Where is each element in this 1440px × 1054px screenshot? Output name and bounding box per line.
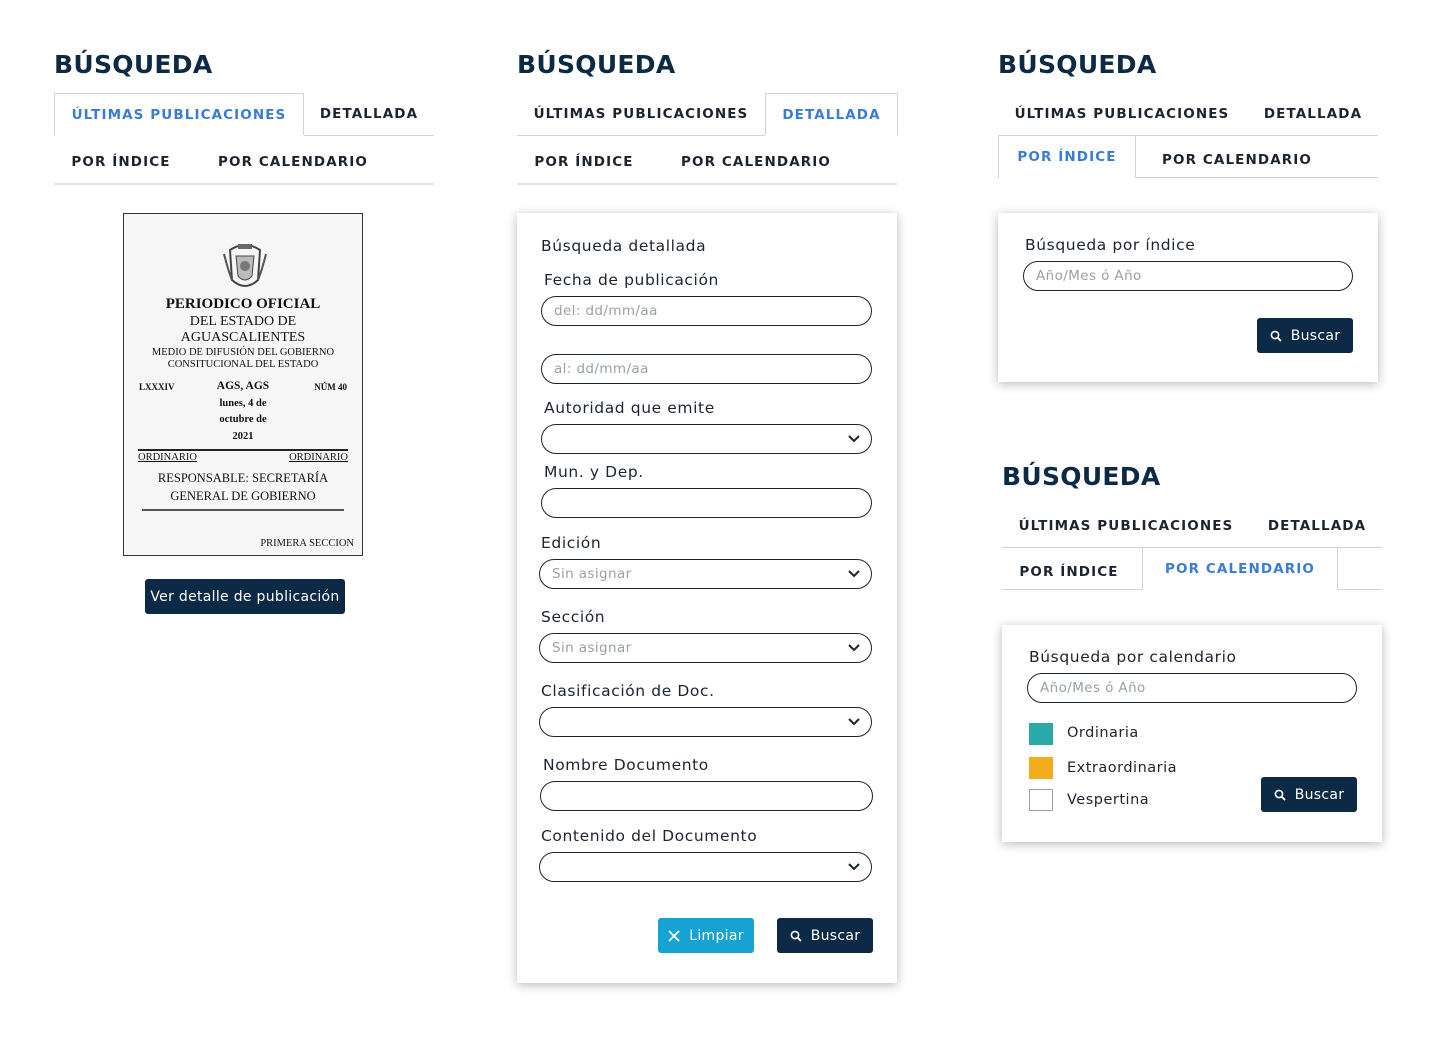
cover-type-right: ORDINARIO [289,452,348,463]
edition-select-value: Sin asignar [552,566,632,582]
tab-por-indice[interactable]: POR ÍNDICE [998,135,1136,178]
cover-title: PERIODICO OFICIAL [165,296,321,312]
index-search-input[interactable] [1023,261,1353,291]
edition-select[interactable]: Sin asignar [539,559,872,589]
clear-button-label: Limpiar [689,927,744,944]
extraordinaria-label: Extraordinaria [1067,760,1178,776]
calendar-search-input[interactable] [1027,673,1357,703]
tab-ultimas-publicaciones[interactable]: ÚLTIMAS PUBLICACIONES [54,93,304,135]
panel2-title: BÚSQUEDA [517,50,676,79]
extraordinaria-swatch [1029,757,1053,779]
document-content-select[interactable] [539,852,872,882]
vespertina-swatch [1029,789,1053,811]
subtab-divider [517,183,897,185]
tab-por-calendario[interactable]: POR CALENDARIO [1142,547,1338,590]
subtab-divider [1338,589,1382,590]
detailed-search-heading: Búsqueda detallada [541,237,707,255]
date-to-input[interactable] [541,354,872,384]
close-icon [668,929,680,942]
subtab-divider [1002,589,1142,590]
cover-number: NÚM 40 [314,382,347,392]
chevron-down-icon [848,435,860,443]
calendar-search-button-label: Buscar [1294,786,1345,803]
cover-date-3: 2021 [232,431,254,442]
cover-date-2: octubre de [219,414,267,425]
publication-date-label: Fecha de publicación [544,271,719,289]
search-button-label: Buscar [810,927,861,944]
document-name-label: Nombre Documento [543,756,709,774]
subtab-divider [54,183,434,185]
section-select-value: Sin asignar [552,640,632,656]
tab-por-indice[interactable]: POR ÍNDICE [54,141,188,183]
tab-divider [517,135,765,136]
detailed-search-card: Búsqueda detallada Fecha de publicación … [517,213,897,983]
ordinaria-label: Ordinaria [1067,725,1139,741]
panel4-title: BÚSQUEDA [1002,462,1161,491]
tab-detallada[interactable]: DETALLADA [1246,93,1380,135]
newspaper-cover-image[interactable]: PERIODICO OFICIAL DEL ESTADO DE AGUASCAL… [123,213,363,556]
cover-section: PRIMERA SECCION [260,538,354,549]
tab-por-calendario[interactable]: POR CALENDARIO [1136,139,1338,181]
view-publication-detail-button[interactable]: Ver detalle de publicación [145,579,345,614]
cover-subtitle-3: MEDIO DE DIFUSIÓN DEL GOBIERNO [151,347,335,358]
clear-button[interactable]: Limpiar [658,918,754,953]
tab-por-calendario[interactable]: POR CALENDARIO [673,141,839,183]
calendar-search-heading: Búsqueda por calendario [1029,648,1237,666]
chevron-down-icon [848,718,860,726]
tab-ultimas-publicaciones[interactable]: ÚLTIMAS PUBLICACIONES [998,93,1246,135]
section-label: Sección [541,608,606,626]
cover-rule [138,449,348,451]
chevron-down-icon [848,863,860,871]
classification-label: Clasificación de Doc. [541,682,715,700]
index-search-button-label: Buscar [1290,327,1341,344]
document-name-input[interactable] [540,781,873,811]
cover-rule-2 [142,509,344,511]
cover-type-left: ORDINARIO [138,452,197,463]
cover-subtitle-2: AGUASCALIENTES [180,330,306,345]
index-search-card: Búsqueda por índice Buscar [998,213,1378,382]
tab-detallada[interactable]: DETALLADA [765,93,898,135]
coat-of-arms-icon [223,244,267,287]
cover-responsible-2: GENERAL DE GOBIERNO [170,489,316,503]
municipality-input[interactable] [541,488,872,518]
tab-por-calendario[interactable]: POR CALENDARIO [210,141,376,183]
cover-responsible-1: RESPONSABLE: SECRETARÍA [157,471,329,485]
search-icon [790,930,802,942]
tab-detallada[interactable]: DETALLADA [1250,505,1384,547]
calendar-search-card: Búsqueda por calendario Ordinaria Extrao… [1002,625,1382,842]
section-select[interactable]: Sin asignar [539,633,872,663]
classification-select[interactable] [539,707,872,737]
cover-date-1: lunes, 4 de [219,398,267,409]
chevron-down-icon [848,644,860,652]
date-from-input[interactable] [541,296,872,326]
ordinaria-swatch [1029,723,1053,745]
tab-divider [304,135,434,136]
cover-subtitle-4: CONSITUCIONAL DEL ESTADO [167,359,319,370]
calendar-search-button[interactable]: Buscar [1261,777,1357,812]
authority-select[interactable] [541,424,872,454]
authority-label: Autoridad que emite [544,399,715,417]
cover-subtitle-1: DEL ESTADO DE [189,314,297,329]
tab-por-indice[interactable]: POR ÍNDICE [517,141,651,183]
search-button[interactable]: Buscar [777,918,873,953]
index-search-heading: Búsqueda por índice [1025,236,1196,254]
search-icon [1274,789,1286,801]
tab-detallada[interactable]: DETALLADA [304,93,434,135]
tab-ultimas-publicaciones[interactable]: ÚLTIMAS PUBLICACIONES [1002,505,1250,547]
panel3-title: BÚSQUEDA [998,50,1157,79]
document-content-label: Contenido del Documento [541,827,758,845]
tab-por-indice[interactable]: POR ÍNDICE [1002,551,1136,593]
index-search-button[interactable]: Buscar [1257,318,1353,353]
chevron-down-icon [848,570,860,578]
panel1-title: BÚSQUEDA [54,50,213,79]
municipality-label: Mun. y Dep. [544,463,644,481]
vespertina-label: Vespertina [1067,792,1150,808]
edition-label: Edición [541,534,602,552]
tab-ultimas-publicaciones[interactable]: ÚLTIMAS PUBLICACIONES [517,93,765,135]
subtab-divider [1136,177,1378,178]
search-icon [1270,330,1282,342]
